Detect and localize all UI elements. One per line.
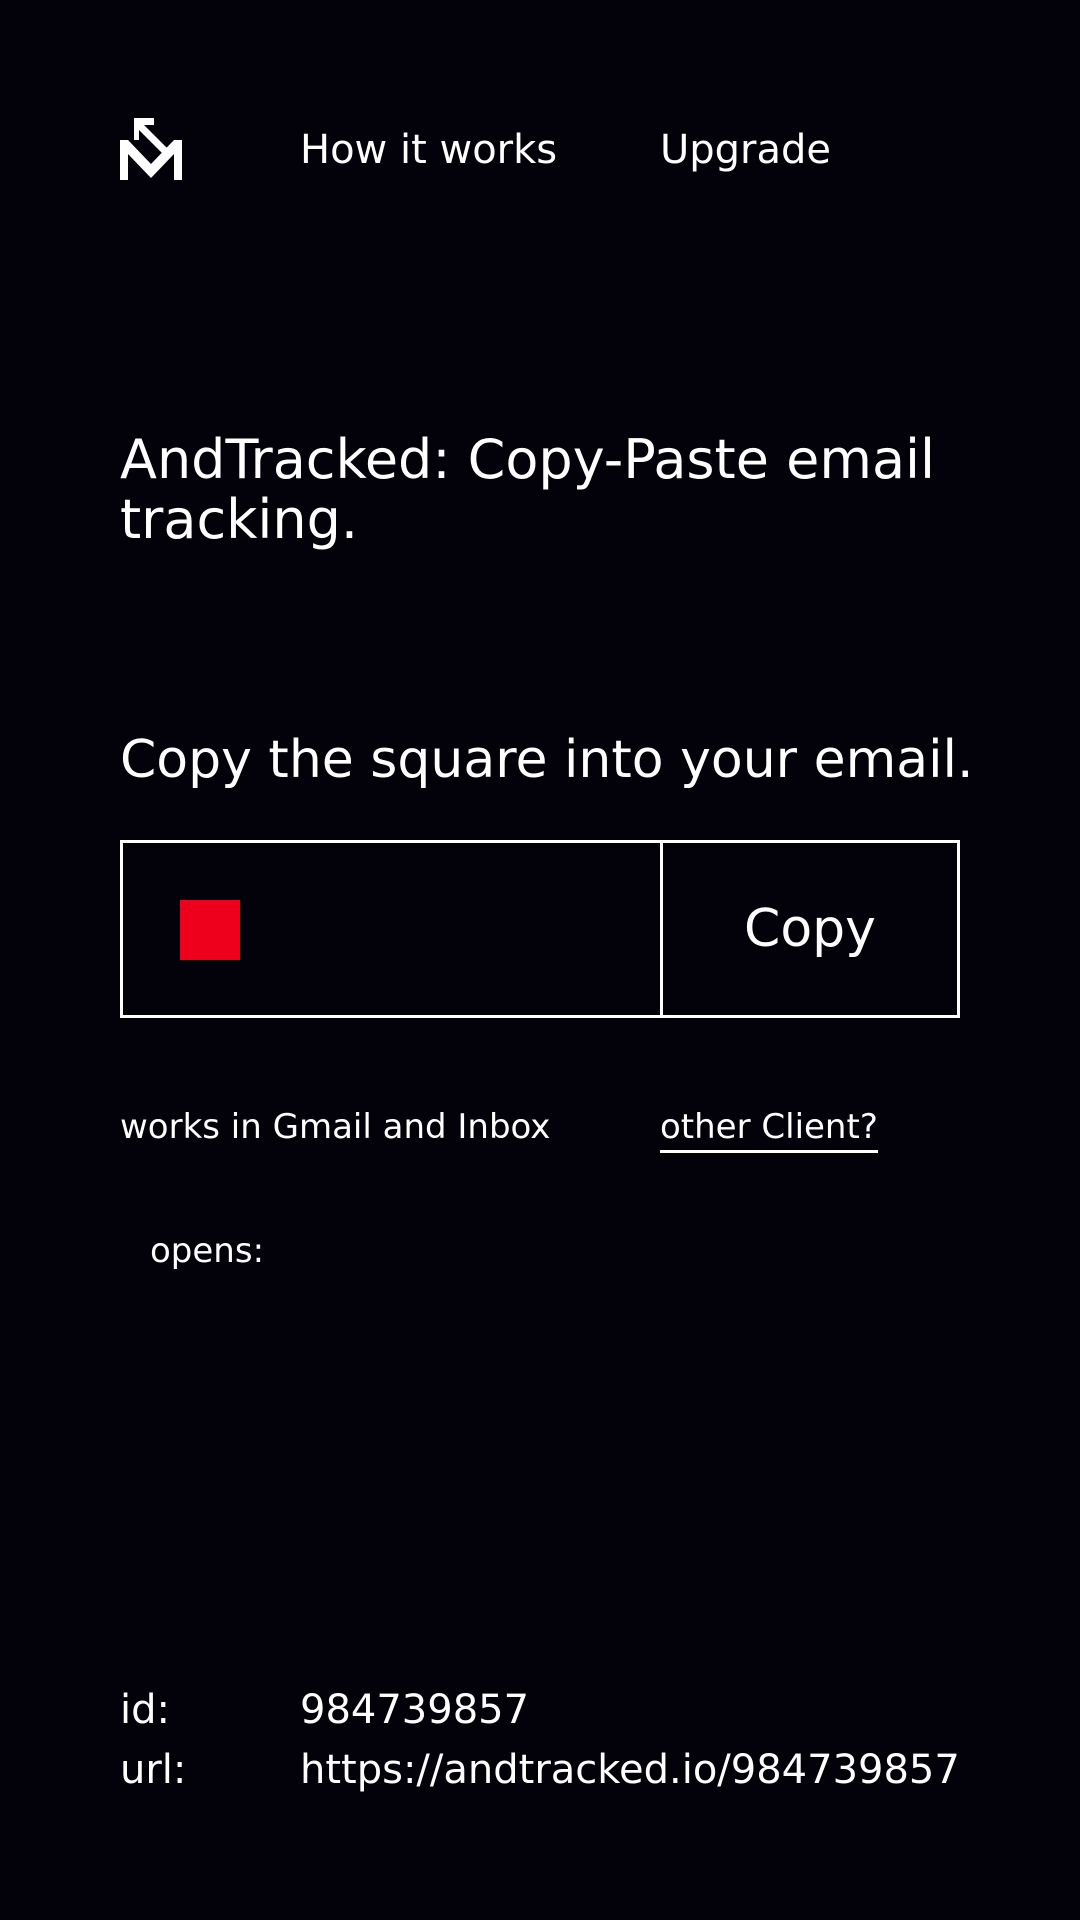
andtracked-logo-icon[interactable]: [120, 118, 182, 180]
top-nav: How it works Upgrade: [120, 118, 980, 182]
tracking-square[interactable]: [180, 900, 240, 960]
opens-label: opens:: [150, 1231, 265, 1271]
copy-button[interactable]: Copy: [663, 843, 957, 1015]
copy-box: Copy: [120, 840, 960, 1018]
page-title: AndTracked: Copy-Paste email tracking.: [120, 428, 936, 551]
nav-link-upgrade[interactable]: Upgrade: [660, 126, 831, 174]
tracking-square-area[interactable]: [123, 843, 663, 1015]
compatibility-text: works in Gmail and Inbox: [120, 1107, 551, 1147]
nav-link-how-it-works[interactable]: How it works: [300, 126, 557, 174]
url-value[interactable]: https://andtracked.io/984739857: [300, 1746, 960, 1794]
url-label: url:: [120, 1747, 187, 1793]
id-label: id:: [120, 1687, 170, 1733]
other-client-link[interactable]: other Client?: [660, 1106, 878, 1153]
id-value: 984739857: [300, 1687, 530, 1733]
page: How it works Upgrade AndTracked: Copy-Pa…: [0, 0, 1080, 1920]
instruction-text: Copy the square into your email.: [120, 730, 974, 790]
